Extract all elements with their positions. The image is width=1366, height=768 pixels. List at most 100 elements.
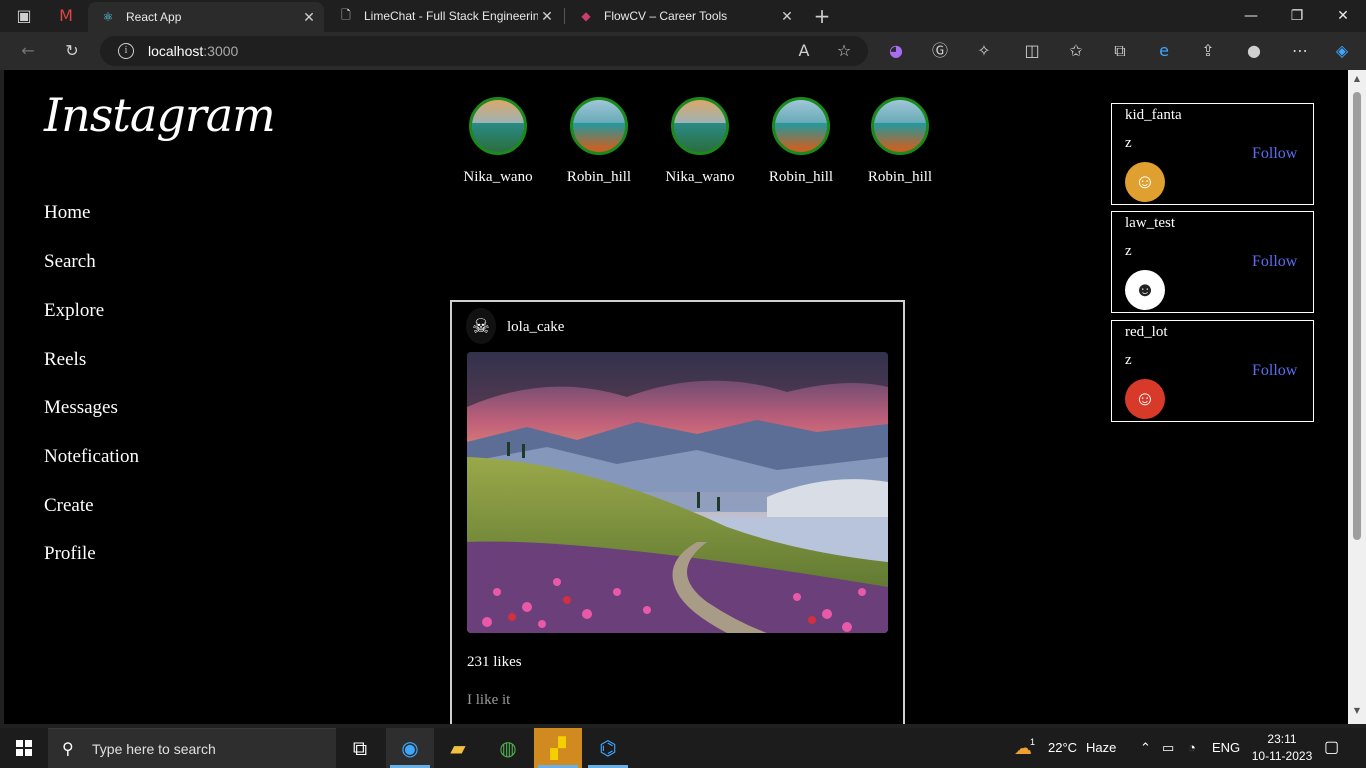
profile-avatar-icon[interactable]: ●: [1242, 39, 1266, 63]
story-username: Nika_wano: [463, 169, 533, 185]
tab-react-app[interactable]: ⚛ React App ✕: [88, 2, 324, 32]
weather-desc[interactable]: Haze: [1086, 728, 1116, 768]
suggestion-card: law_test z ☻ Follow: [1111, 211, 1314, 313]
wifi-icon[interactable]: ◔: [1188, 728, 1196, 768]
story-item[interactable]: Robin_hill: [850, 97, 950, 186]
instagram-logo[interactable]: Instagram: [44, 88, 276, 142]
nav-profile[interactable]: Profile: [44, 543, 96, 565]
tab-actions-icon[interactable]: ▣: [12, 4, 36, 28]
nav-create[interactable]: Create: [44, 495, 94, 517]
nav-home[interactable]: Home: [44, 202, 90, 224]
edge-taskbar-icon[interactable]: ◉: [386, 728, 434, 768]
windows-start-icon[interactable]: [16, 740, 32, 756]
weather-temp[interactable]: 22°C: [1048, 728, 1077, 768]
story-item[interactable]: Nika_wano: [650, 97, 750, 186]
split-screen-icon[interactable]: ◫: [1020, 39, 1044, 63]
close-tab-icon[interactable]: ✕: [538, 8, 556, 25]
chrome-icon[interactable]: ◍: [484, 728, 532, 768]
chevron-up-icon[interactable]: ⌃: [1140, 728, 1151, 768]
nav-notefication[interactable]: Notefication: [44, 446, 139, 468]
nav-explore[interactable]: Explore: [44, 300, 104, 322]
weather-badge: 1: [1030, 737, 1036, 747]
favorites-icon[interactable]: ✩: [1064, 39, 1088, 63]
minimize-button[interactable]: —: [1228, 0, 1274, 32]
windows-taskbar: ⚲ Type here to search ⧉ ◉ ▰ ◍ ▞ ⌬ ☁ 1 22…: [0, 728, 1366, 768]
edge-icon[interactable]: e: [1152, 39, 1176, 63]
post-caption: I like it: [467, 692, 511, 708]
post-author-avatar[interactable]: ☠: [466, 308, 496, 344]
story-avatar[interactable]: [871, 97, 929, 155]
suggestion-username[interactable]: law_test: [1125, 215, 1175, 232]
copilot-icon[interactable]: ◈: [1330, 39, 1354, 63]
suggestion-avatar[interactable]: ☺: [1125, 379, 1165, 419]
address-bar[interactable]: i localhost:3000 A ☆: [100, 36, 868, 66]
close-tab-icon[interactable]: ✕: [300, 9, 318, 26]
collections-icon[interactable]: ⧉: [1108, 39, 1132, 63]
suggestion-username[interactable]: red_lot: [1125, 324, 1168, 341]
scroll-down-icon[interactable]: ▼: [1352, 706, 1362, 715]
sticky-notes-icon[interactable]: ▞: [534, 728, 582, 768]
story-avatar[interactable]: [469, 97, 527, 155]
follow-button[interactable]: Follow: [1252, 253, 1297, 271]
story-username: Nika_wano: [665, 169, 735, 185]
story-item[interactable]: Robin_hill: [751, 97, 851, 186]
clock[interactable]: 23:11 10-11-2023: [1250, 731, 1314, 765]
file-explorer-icon[interactable]: ▰: [434, 728, 482, 768]
follow-button[interactable]: Follow: [1252, 362, 1297, 380]
taskbar-search[interactable]: ⚲ Type here to search: [48, 728, 336, 768]
story-avatar[interactable]: [570, 97, 628, 155]
story-username: Robin_hill: [768, 169, 834, 185]
story-avatar[interactable]: [772, 97, 830, 155]
browser-tab-bar: ▣ M ⚛ React App ✕ 🗋 LimeChat - Full Stac…: [0, 0, 1366, 32]
vscode-icon[interactable]: ⌬: [584, 728, 632, 768]
suggestion-name: z: [1125, 135, 1132, 151]
read-aloud-icon[interactable]: A: [792, 39, 816, 63]
suggestion-name: z: [1125, 243, 1132, 259]
language-indicator[interactable]: ENG: [1212, 728, 1240, 768]
post-image[interactable]: [467, 352, 888, 633]
copilot-extension-icon[interactable]: ◕: [884, 39, 908, 63]
suggestion-avatar[interactable]: ☺: [1125, 162, 1165, 202]
tab-separator: [564, 8, 565, 24]
battery-icon[interactable]: ▭: [1162, 728, 1174, 768]
favorite-star-icon[interactable]: ☆: [832, 39, 856, 63]
story-item[interactable]: Robin_hill: [549, 97, 649, 186]
flowcv-icon: ◆: [581, 9, 591, 23]
nav-reels[interactable]: Reels: [44, 349, 86, 371]
suggestion-username[interactable]: kid_fanta: [1125, 107, 1182, 124]
story-username: Robin_hill: [867, 169, 933, 185]
story-item[interactable]: Nika_wano: [448, 97, 548, 186]
gmail-tab-icon[interactable]: M: [54, 4, 78, 28]
tab-limechat[interactable]: 🗋 LimeChat - Full Stack Engineering ✕: [326, 0, 562, 32]
page-scrollbar[interactable]: ▲ ▼: [1348, 70, 1366, 724]
suggestion-name: z: [1125, 352, 1132, 368]
scroll-up-icon[interactable]: ▲: [1352, 74, 1362, 83]
grammarly-icon[interactable]: Ⓖ: [928, 39, 952, 63]
notification-icon[interactable]: ▢: [1324, 728, 1339, 768]
follow-button[interactable]: Follow: [1252, 145, 1297, 163]
post-username[interactable]: lola_cake: [507, 319, 564, 336]
more-options-icon[interactable]: ⋯: [1288, 39, 1312, 63]
suggestion-avatar[interactable]: ☻: [1125, 270, 1165, 310]
refresh-icon[interactable]: ↻: [60, 39, 84, 63]
back-icon[interactable]: ←: [16, 39, 40, 63]
scrollbar-thumb[interactable]: [1353, 92, 1361, 540]
search-icon: ⚲: [62, 739, 74, 758]
nav-search[interactable]: Search: [44, 251, 96, 273]
info-icon[interactable]: i: [118, 43, 134, 59]
nav-messages[interactable]: Messages: [44, 397, 118, 419]
tab-flowcv[interactable]: ◆ FlowCV – Career Tools ✕: [566, 0, 802, 32]
story-avatar[interactable]: [671, 97, 729, 155]
close-tab-icon[interactable]: ✕: [778, 8, 796, 25]
url-text[interactable]: localhost:3000: [148, 43, 238, 59]
task-view-icon[interactable]: ⧉: [336, 728, 384, 768]
share-icon[interactable]: ⇪: [1196, 39, 1220, 63]
restore-button[interactable]: ❐: [1274, 0, 1320, 32]
suggestion-card: kid_fanta z ☺ Follow: [1111, 103, 1314, 205]
close-window-button[interactable]: ✕: [1320, 0, 1366, 32]
new-tab-icon[interactable]: +: [810, 4, 834, 28]
document-icon: 🗋: [341, 7, 351, 22]
clock-time: 23:11: [1267, 732, 1297, 746]
clock-date: 10-11-2023: [1251, 749, 1313, 763]
extensions-icon[interactable]: ✧: [972, 39, 996, 63]
